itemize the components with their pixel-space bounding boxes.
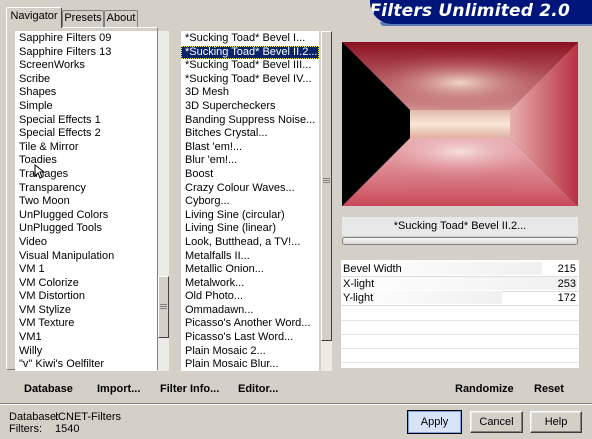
- filter-item[interactable]: Crazy Colour Waves...: [181, 182, 319, 196]
- tab-presets[interactable]: Presets: [62, 10, 104, 27]
- filter-item[interactable]: Picasso's Last Word...: [181, 331, 319, 345]
- category-item[interactable]: Sapphire Filters 13: [15, 46, 157, 60]
- filter-item[interactable]: Bitches Crystal...: [181, 127, 319, 141]
- banner-title: Filters Unlimited 2.0: [370, 1, 570, 21]
- database-label: Database:: [9, 411, 60, 423]
- filter-item[interactable]: Ommadawn...: [181, 304, 319, 318]
- param-divider: [341, 362, 579, 363]
- cancel-button[interactable]: Cancel: [470, 411, 523, 433]
- database-value: ICNET-Filters: [55, 411, 121, 423]
- filter-item[interactable]: Metallic Onion...: [181, 263, 319, 277]
- filter-item[interactable]: *Sucking Toad* Bevel III...: [181, 59, 319, 73]
- category-item[interactable]: Visual Manipulation: [15, 250, 157, 264]
- filter-item[interactable]: Banding Suppress Noise...: [181, 114, 319, 128]
- category-item[interactable]: UnPlugged Tools: [15, 222, 157, 236]
- filter-scroll-thumb[interactable]: [321, 31, 332, 341]
- filter-item[interactable]: Boost: [181, 168, 319, 182]
- filters-count-label: Filters:: [9, 423, 42, 435]
- title-banner: Filters Unlimited 2.0: [370, 0, 592, 24]
- param-label: Y-light: [343, 292, 374, 304]
- filter-item[interactable]: *Sucking Toad* Bevel II.2...: [181, 45, 319, 60]
- tab-navigator[interactable]: Navigator: [6, 7, 62, 28]
- filter-item[interactable]: Living Sine (linear): [181, 222, 319, 236]
- param-divider: [341, 320, 579, 321]
- preview-render: [342, 42, 578, 206]
- filter-item[interactable]: Metalwork...: [181, 277, 319, 291]
- randomize-button[interactable]: Randomize: [455, 383, 514, 395]
- reset-button[interactable]: Reset: [534, 383, 564, 395]
- filter-item[interactable]: Plain Mosaic Blur...: [181, 358, 319, 371]
- param-label: X-light: [343, 278, 375, 290]
- category-item[interactable]: Simple: [15, 100, 157, 114]
- filter-item[interactable]: Cyborg...: [181, 195, 319, 209]
- param-row-x-light[interactable]: X-light 253: [341, 277, 579, 292]
- mouse-cursor-icon: [34, 164, 46, 179]
- param-value: 215: [557, 263, 576, 275]
- category-item[interactable]: VM Colorize: [15, 277, 157, 291]
- database-button[interactable]: Database: [24, 383, 73, 395]
- param-divider: [341, 334, 579, 335]
- category-item[interactable]: Video: [15, 236, 157, 250]
- preview-progress-bar: [342, 237, 578, 245]
- import-button[interactable]: Import...: [97, 383, 140, 395]
- effect-name-label: *Sucking Toad* Bevel II.2...: [342, 217, 578, 236]
- parameter-panel[interactable]: Bevel Width 215 X-light 253 Y-light 172: [341, 260, 579, 368]
- category-item[interactable]: Shapes: [15, 86, 157, 100]
- apply-button[interactable]: Apply: [407, 410, 462, 434]
- filter-item[interactable]: *Sucking Toad* Bevel IV...: [181, 73, 319, 87]
- category-item[interactable]: Scribe: [15, 73, 157, 87]
- category-item[interactable]: VM1: [15, 331, 157, 345]
- filter-item[interactable]: Old Photo...: [181, 290, 319, 304]
- editor-button[interactable]: Editor...: [238, 383, 278, 395]
- category-item[interactable]: VM Texture: [15, 317, 157, 331]
- filter-item[interactable]: Blast 'em!...: [181, 141, 319, 155]
- category-item[interactable]: Sapphire Filters 09: [15, 32, 157, 46]
- category-item[interactable]: UnPlugged Colors: [15, 209, 157, 223]
- filter-scrollbar[interactable]: [321, 31, 332, 371]
- preview-image: [342, 42, 578, 206]
- param-value: 253: [557, 278, 576, 290]
- filter-item[interactable]: Blur 'em!...: [181, 154, 319, 168]
- param-value: 172: [557, 292, 576, 304]
- filter-item[interactable]: Living Sine (circular): [181, 209, 319, 223]
- param-divider: [341, 348, 579, 349]
- bottom-toolbar: Database Import... Filter Info... Editor…: [12, 376, 579, 400]
- category-item[interactable]: VM 1: [15, 263, 157, 277]
- param-row-y-light[interactable]: Y-light 172: [341, 291, 579, 306]
- category-item[interactable]: VM Stylize: [15, 304, 157, 318]
- category-item[interactable]: Special Effects 1: [15, 114, 157, 128]
- filter-item[interactable]: Look, Butthead, a TV!...: [181, 236, 319, 250]
- filter-item[interactable]: Plain Mosaic 2...: [181, 345, 319, 359]
- category-item[interactable]: Tile & Mirror: [15, 141, 157, 155]
- filter-list[interactable]: *Sucking Toad* Bevel I... *Sucking Toad* …: [181, 31, 319, 371]
- category-item[interactable]: Transparency: [15, 182, 157, 196]
- param-fill: [341, 277, 577, 290]
- filter-item[interactable]: *Sucking Toad* Bevel I...: [181, 32, 319, 46]
- filters-count-value: 1540: [55, 423, 80, 435]
- category-item[interactable]: "v" Kiwi's Oelfilter: [15, 358, 157, 371]
- filter-item[interactable]: Picasso's Another Word...: [181, 317, 319, 331]
- category-item[interactable]: VM Distortion: [15, 290, 157, 304]
- tab-about[interactable]: About: [104, 10, 138, 27]
- footer-separator: [0, 403, 592, 405]
- filter-info-button[interactable]: Filter Info...: [160, 383, 219, 395]
- category-item[interactable]: Two Moon: [15, 195, 157, 209]
- category-list[interactable]: Sapphire Filters 09 Sapphire Filters 13 Sc…: [15, 31, 157, 371]
- help-button[interactable]: Help: [530, 411, 582, 433]
- category-item[interactable]: Willy: [15, 345, 157, 359]
- category-item[interactable]: Special Effects 2: [15, 127, 157, 141]
- category-scroll-thumb[interactable]: [158, 276, 169, 338]
- param-row-bevel-width[interactable]: Bevel Width 215: [341, 262, 579, 277]
- filter-item[interactable]: Metalfalls II...: [181, 250, 319, 264]
- filter-item[interactable]: 3D Mesh: [181, 86, 319, 100]
- category-item[interactable]: ScreenWorks: [15, 59, 157, 73]
- category-scrollbar[interactable]: [158, 31, 169, 371]
- filter-item[interactable]: 3D Supercheckers: [181, 100, 319, 114]
- param-label: Bevel Width: [343, 263, 402, 275]
